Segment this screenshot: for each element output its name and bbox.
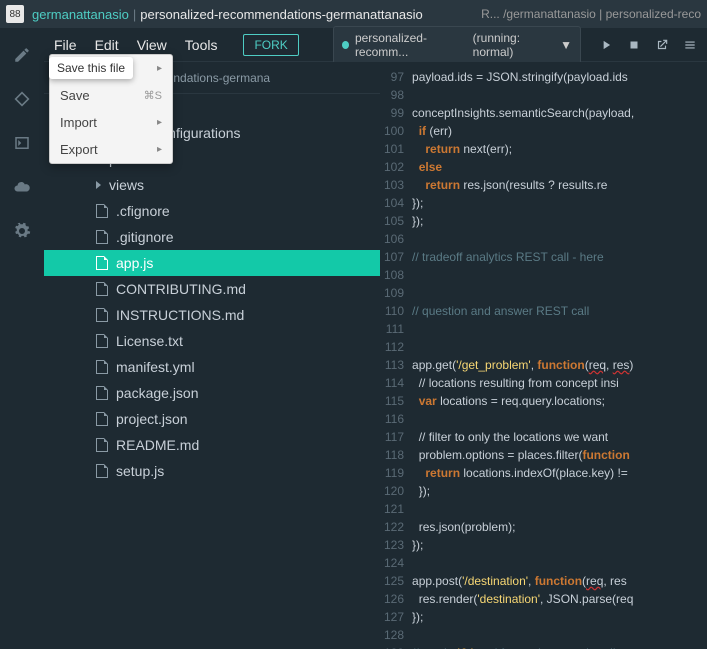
chevron-right-icon: ▸ (157, 63, 162, 74)
menu-item-export[interactable]: Export▸ (50, 136, 172, 163)
chevron-right-icon: ▸ (157, 117, 162, 128)
file-manifest.yml[interactable]: manifest.yml (44, 354, 380, 380)
popout-icon[interactable] (655, 38, 669, 52)
file-package.json[interactable]: package.json (44, 380, 380, 406)
code-editor[interactable]: 9798991001011021031041051061071081091101… (380, 62, 707, 649)
menu-tools[interactable]: Tools (185, 37, 218, 53)
logo-icon[interactable]: 88 (6, 5, 24, 23)
titlebar: 88 germanattanasio | personalized-recomm… (0, 0, 707, 28)
list-icon[interactable] (683, 38, 697, 52)
file-icon (96, 360, 108, 374)
menu-view[interactable]: View (137, 37, 167, 53)
open-tab[interactable]: R... /germanattanasio | personalized-rec… (481, 7, 701, 21)
line-gutter: 9798991001011021031041051061071081091101… (380, 62, 412, 649)
user-name[interactable]: germanattanasio (32, 7, 129, 22)
file-icon (96, 464, 108, 478)
run-config-name: personalized-recomm... (355, 31, 467, 59)
play-icon[interactable] (599, 38, 613, 52)
file-icon (96, 386, 108, 400)
activity-bar (0, 28, 44, 649)
menu-file[interactable]: File (54, 37, 77, 53)
file-icon (96, 308, 108, 322)
file-INSTRUCTIONS.md[interactable]: INSTRUCTIONS.md (44, 302, 380, 328)
menu-edit[interactable]: Edit (95, 37, 119, 53)
file-icon (96, 412, 108, 426)
chevron-right-icon (96, 181, 101, 189)
file-project.json[interactable]: project.json (44, 406, 380, 432)
shortcut-label: ⌘S (144, 89, 162, 102)
file-icon (96, 282, 108, 296)
file-icon (96, 334, 108, 348)
project-name[interactable]: personalized-recommendations-germanattan… (140, 7, 423, 22)
cloud-icon[interactable] (13, 178, 31, 196)
run-config-dropdown[interactable]: personalized-recomm... (running: normal)… (333, 26, 581, 64)
pencil-icon[interactable] (13, 46, 31, 64)
chevron-right-icon: ▸ (157, 144, 162, 155)
file-.gitignore[interactable]: .gitignore (44, 224, 380, 250)
stop-icon[interactable] (627, 38, 641, 52)
run-config-status: (running: normal) (473, 31, 554, 59)
file-setup.js[interactable]: setup.js (44, 458, 380, 484)
gear-icon[interactable] (13, 222, 31, 240)
file-icon (96, 438, 108, 452)
terminal-icon[interactable] (13, 134, 31, 152)
file-License.txt[interactable]: License.txt (44, 328, 380, 354)
file-icon (96, 230, 108, 244)
menu-item-save[interactable]: Save⌘S (50, 82, 172, 109)
folder-views[interactable]: views (44, 172, 380, 198)
status-dot-icon (342, 41, 349, 49)
git-icon[interactable] (13, 90, 31, 108)
file-README.md[interactable]: README.md (44, 432, 380, 458)
fork-button[interactable]: FORK (243, 34, 298, 56)
chevron-down-icon: ▼ (560, 38, 572, 52)
file-icon (96, 204, 108, 218)
file-CONTRIBUTING.md[interactable]: CONTRIBUTING.md (44, 276, 380, 302)
breadcrumb: germanattanasio | personalized-recommend… (32, 7, 423, 22)
separator: | (133, 7, 136, 22)
file-icon (96, 256, 108, 270)
tooltip: Save this file (49, 57, 133, 79)
file-app.js[interactable]: app.js (44, 250, 380, 276)
code-content[interactable]: payload.ids = JSON.stringify(payload.ids… (412, 62, 634, 649)
menu-item-import[interactable]: Import▸ (50, 109, 172, 136)
file-.cfignore[interactable]: .cfignore (44, 198, 380, 224)
